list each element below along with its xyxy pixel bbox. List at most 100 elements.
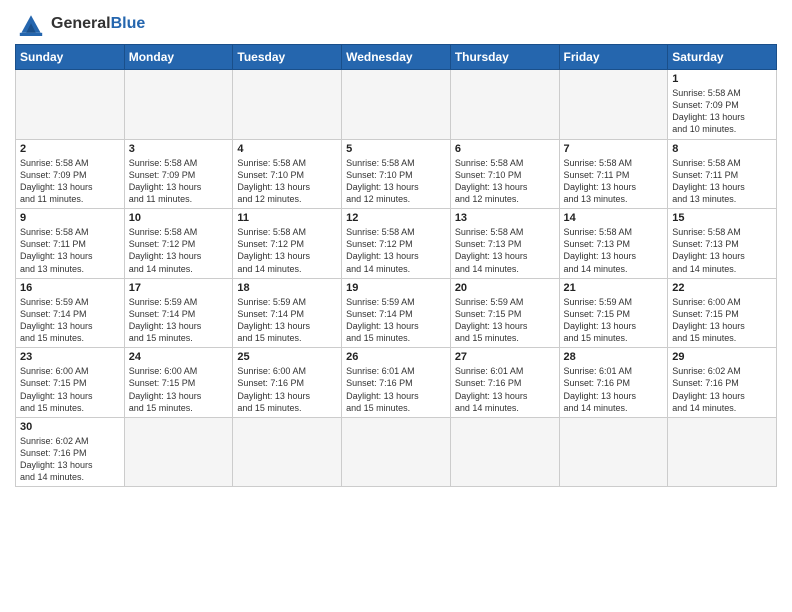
- day-info: Sunrise: 6:00 AM Sunset: 7:15 PM Dayligh…: [672, 296, 772, 345]
- day-number: 20: [455, 282, 555, 294]
- day-number: 5: [346, 143, 446, 155]
- calendar-cell: 1Sunrise: 5:58 AM Sunset: 7:09 PM Daylig…: [668, 70, 777, 140]
- calendar-cell: [16, 70, 125, 140]
- day-number: 19: [346, 282, 446, 294]
- page-header: GeneralBlue: [15, 10, 777, 38]
- day-number: 3: [129, 143, 229, 155]
- day-number: 28: [564, 351, 664, 363]
- day-number: 22: [672, 282, 772, 294]
- day-info: Sunrise: 5:58 AM Sunset: 7:11 PM Dayligh…: [20, 226, 120, 275]
- day-info: Sunrise: 5:58 AM Sunset: 7:09 PM Dayligh…: [20, 157, 120, 206]
- calendar-cell: 17 Sunrise: 5:59 AM Sunset: 7:14 PM Dayli…: [124, 278, 233, 348]
- day-number: 2: [20, 143, 120, 155]
- calendar-table: SundayMondayTuesdayWednesdayThursdayFrid…: [15, 44, 777, 487]
- week-row-1: 1Sunrise: 5:58 AM Sunset: 7:09 PM Daylig…: [16, 70, 777, 140]
- calendar-cell: 8 Sunrise: 5:58 AM Sunset: 7:11 PM Daylig…: [668, 139, 777, 209]
- weekday-header-sunday: Sunday: [16, 45, 125, 70]
- day-number: 26: [346, 351, 446, 363]
- day-number: 29: [672, 351, 772, 363]
- calendar-cell: [342, 417, 451, 487]
- calendar-cell: [233, 417, 342, 487]
- day-number: 24: [129, 351, 229, 363]
- day-info: Sunrise: 5:59 AM Sunset: 7:15 PM Dayligh…: [564, 296, 664, 345]
- day-number: 4: [237, 143, 337, 155]
- calendar-cell: 14Sunrise: 5:58 AM Sunset: 7:13 PM Dayli…: [559, 209, 668, 279]
- weekday-header-saturday: Saturday: [668, 45, 777, 70]
- week-row-3: 9Sunrise: 5:58 AM Sunset: 7:11 PM Daylig…: [16, 209, 777, 279]
- calendar-cell: [668, 417, 777, 487]
- day-info: Sunrise: 5:58 AM Sunset: 7:12 PM Dayligh…: [129, 226, 229, 275]
- calendar-cell: [450, 417, 559, 487]
- calendar-cell: 5 Sunrise: 5:58 AM Sunset: 7:10 PM Daylig…: [342, 139, 451, 209]
- calendar-cell: 21 Sunrise: 5:59 AM Sunset: 7:15 PM Dayli…: [559, 278, 668, 348]
- day-info: Sunrise: 5:59 AM Sunset: 7:14 PM Dayligh…: [346, 296, 446, 345]
- week-row-5: 23 Sunrise: 6:00 AM Sunset: 7:15 PM Dayli…: [16, 348, 777, 418]
- calendar-cell: 10Sunrise: 5:58 AM Sunset: 7:12 PM Dayli…: [124, 209, 233, 279]
- day-number: 21: [564, 282, 664, 294]
- day-number: 17: [129, 282, 229, 294]
- logo-icon: [15, 10, 47, 38]
- calendar-cell: 16 Sunrise: 5:59 AM Sunset: 7:14 PM Dayli…: [16, 278, 125, 348]
- calendar-cell: 11 Sunrise: 5:58 AM Sunset: 7:12 PM Dayli…: [233, 209, 342, 279]
- day-number: 7: [564, 143, 664, 155]
- logo: GeneralBlue: [15, 10, 145, 38]
- week-row-2: 2 Sunrise: 5:58 AM Sunset: 7:09 PM Daylig…: [16, 139, 777, 209]
- day-info: Sunrise: 6:02 AM Sunset: 7:16 PM Dayligh…: [20, 435, 120, 484]
- day-number: 6: [455, 143, 555, 155]
- day-number: 12: [346, 212, 446, 224]
- calendar-cell: 29 Sunrise: 6:02 AM Sunset: 7:16 PM Dayli…: [668, 348, 777, 418]
- day-info: Sunrise: 6:00 AM Sunset: 7:16 PM Dayligh…: [237, 365, 337, 414]
- calendar-cell: 3 Sunrise: 5:58 AM Sunset: 7:09 PM Daylig…: [124, 139, 233, 209]
- calendar-cell: [450, 70, 559, 140]
- calendar-cell: 18 Sunrise: 5:59 AM Sunset: 7:14 PM Dayli…: [233, 278, 342, 348]
- day-number: 15: [672, 212, 772, 224]
- day-info: Sunrise: 5:58 AM Sunset: 7:10 PM Dayligh…: [455, 157, 555, 206]
- day-number: 8: [672, 143, 772, 155]
- calendar-cell: 24 Sunrise: 6:00 AM Sunset: 7:15 PM Dayli…: [124, 348, 233, 418]
- calendar-cell: 23 Sunrise: 6:00 AM Sunset: 7:15 PM Dayli…: [16, 348, 125, 418]
- calendar-cell: 30Sunrise: 6:02 AM Sunset: 7:16 PM Dayli…: [16, 417, 125, 487]
- day-info: Sunrise: 5:59 AM Sunset: 7:14 PM Dayligh…: [237, 296, 337, 345]
- day-info: Sunrise: 5:58 AM Sunset: 7:13 PM Dayligh…: [672, 226, 772, 275]
- calendar-cell: 2 Sunrise: 5:58 AM Sunset: 7:09 PM Daylig…: [16, 139, 125, 209]
- day-info: Sunrise: 6:00 AM Sunset: 7:15 PM Dayligh…: [20, 365, 120, 414]
- day-number: 18: [237, 282, 337, 294]
- calendar-cell: 6 Sunrise: 5:58 AM Sunset: 7:10 PM Daylig…: [450, 139, 559, 209]
- calendar-cell: 26 Sunrise: 6:01 AM Sunset: 7:16 PM Dayli…: [342, 348, 451, 418]
- weekday-header-friday: Friday: [559, 45, 668, 70]
- day-info: Sunrise: 5:59 AM Sunset: 7:15 PM Dayligh…: [455, 296, 555, 345]
- day-info: Sunrise: 5:59 AM Sunset: 7:14 PM Dayligh…: [20, 296, 120, 345]
- day-info: Sunrise: 5:58 AM Sunset: 7:13 PM Dayligh…: [564, 226, 664, 275]
- day-info: Sunrise: 5:58 AM Sunset: 7:09 PM Dayligh…: [672, 87, 772, 136]
- day-info: Sunrise: 5:58 AM Sunset: 7:10 PM Dayligh…: [346, 157, 446, 206]
- calendar-cell: [559, 70, 668, 140]
- calendar-cell: 7Sunrise: 5:58 AM Sunset: 7:11 PM Daylig…: [559, 139, 668, 209]
- day-info: Sunrise: 6:01 AM Sunset: 7:16 PM Dayligh…: [346, 365, 446, 414]
- weekday-header-wednesday: Wednesday: [342, 45, 451, 70]
- day-info: Sunrise: 5:58 AM Sunset: 7:11 PM Dayligh…: [672, 157, 772, 206]
- day-number: 23: [20, 351, 120, 363]
- calendar-cell: [559, 417, 668, 487]
- calendar-cell: [124, 70, 233, 140]
- week-row-4: 16 Sunrise: 5:59 AM Sunset: 7:14 PM Dayli…: [16, 278, 777, 348]
- week-row-6: 30Sunrise: 6:02 AM Sunset: 7:16 PM Dayli…: [16, 417, 777, 487]
- day-number: 27: [455, 351, 555, 363]
- day-info: Sunrise: 5:58 AM Sunset: 7:12 PM Dayligh…: [237, 226, 337, 275]
- day-number: 25: [237, 351, 337, 363]
- calendar-cell: 20 Sunrise: 5:59 AM Sunset: 7:15 PM Dayli…: [450, 278, 559, 348]
- day-number: 11: [237, 212, 337, 224]
- day-info: Sunrise: 6:02 AM Sunset: 7:16 PM Dayligh…: [672, 365, 772, 414]
- day-info: Sunrise: 5:58 AM Sunset: 7:10 PM Dayligh…: [237, 157, 337, 206]
- weekday-header-tuesday: Tuesday: [233, 45, 342, 70]
- logo-text: GeneralBlue: [51, 15, 145, 33]
- calendar-cell: 4 Sunrise: 5:58 AM Sunset: 7:10 PM Daylig…: [233, 139, 342, 209]
- day-info: Sunrise: 5:58 AM Sunset: 7:12 PM Dayligh…: [346, 226, 446, 275]
- day-info: Sunrise: 6:00 AM Sunset: 7:15 PM Dayligh…: [129, 365, 229, 414]
- calendar-cell: [342, 70, 451, 140]
- day-info: Sunrise: 6:01 AM Sunset: 7:16 PM Dayligh…: [455, 365, 555, 414]
- weekday-header-thursday: Thursday: [450, 45, 559, 70]
- day-info: Sunrise: 5:58 AM Sunset: 7:09 PM Dayligh…: [129, 157, 229, 206]
- day-info: Sunrise: 5:59 AM Sunset: 7:14 PM Dayligh…: [129, 296, 229, 345]
- day-number: 16: [20, 282, 120, 294]
- calendar-cell: 22 Sunrise: 6:00 AM Sunset: 7:15 PM Dayli…: [668, 278, 777, 348]
